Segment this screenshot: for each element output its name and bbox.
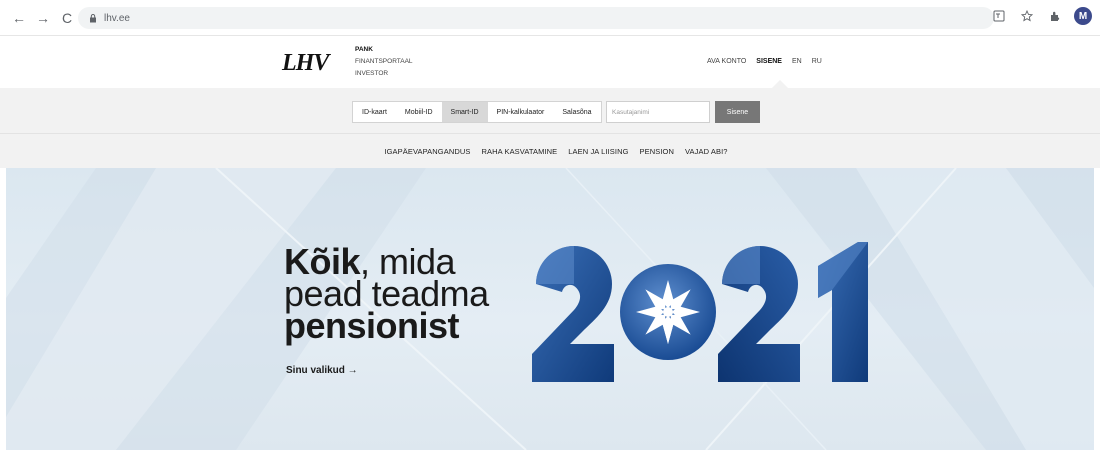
login-caret (772, 80, 788, 88)
digit-2-first (532, 246, 614, 382)
login-link[interactable]: SISENE (756, 58, 782, 65)
hero-headline: Kõik, mida pead teadma pensionist (284, 244, 489, 346)
hero-line-3: pensionist (284, 305, 460, 346)
nav-item-laen-ja-liising[interactable]: LAEN JA LIISING (568, 147, 628, 156)
back-button[interactable]: ← (8, 7, 30, 29)
language-ru-link[interactable]: RU (812, 58, 822, 65)
snowflake-circle (620, 264, 716, 360)
hero-cta-link[interactable]: Sinu valikud → (286, 365, 358, 376)
open-account-link[interactable]: AVA KONTO (707, 58, 746, 65)
profile-avatar[interactable]: M (1074, 7, 1092, 25)
lhv-logo[interactable]: LHV (282, 50, 329, 77)
hero-banner: Kõik, mida pead teadma pensionist Sinu v… (6, 168, 1094, 450)
browser-toolbar: ← → C lhv.ee M (0, 0, 1100, 36)
snowflake-icon (636, 280, 700, 344)
tab-salasona[interactable]: Salasõna (553, 102, 600, 122)
year-2021-graphic (532, 242, 868, 382)
address-bar[interactable]: lhv.ee (78, 7, 994, 29)
bookmark-star-icon[interactable] (1018, 7, 1036, 25)
nav-item-raha-kasvatamine[interactable]: RAHA KASVATAMINE (481, 147, 557, 156)
login-method-tabs: ID-kaart Mobiil-ID Smart-ID PIN-kalkulaa… (352, 101, 602, 123)
username-input[interactable] (606, 101, 710, 123)
portal-link-finantsportaal[interactable]: FINANTSPORTAAL (355, 56, 413, 68)
lock-icon (90, 14, 96, 23)
extensions-icon[interactable] (1046, 7, 1064, 25)
reload-icon: C (61, 9, 73, 26)
tab-id-kaart[interactable]: ID-kaart (353, 102, 396, 122)
site-header: LHV PANK FINANTSPORTAAL INVESTOR AVA KON… (0, 36, 1100, 88)
tab-mobiil-id[interactable]: Mobiil-ID (396, 102, 442, 122)
url-text: lhv.ee (104, 12, 130, 24)
tab-pin-kalkulaator[interactable]: PIN-kalkulaator (488, 102, 554, 122)
portal-link-investor[interactable]: INVESTOR (355, 68, 413, 80)
forward-button[interactable]: → (32, 7, 54, 29)
main-nav: IGAPÄEVAPANGANDUS RAHA KASVATAMINE LAEN … (0, 134, 1100, 168)
portal-link-pank[interactable]: PANK (355, 44, 413, 56)
nav-item-vajad-abi[interactable]: VAJAD ABI? (685, 147, 728, 156)
digit-1 (818, 242, 868, 382)
tab-smart-id[interactable]: Smart-ID (441, 102, 488, 122)
portal-menu: PANK FINANTSPORTAAL INVESTOR (355, 44, 413, 80)
language-en-link[interactable]: EN (792, 58, 802, 65)
digit-2-second (718, 246, 800, 382)
nav-item-igapaevapangandus[interactable]: IGAPÄEVAPANGANDUS (384, 147, 470, 156)
translate-icon[interactable] (990, 7, 1008, 25)
top-links: AVA KONTO SISENE EN RU (707, 58, 822, 65)
back-icon: ← (12, 9, 26, 26)
login-submit-button[interactable]: Sisene (715, 101, 760, 123)
forward-icon: → (36, 9, 50, 26)
login-bar: ID-kaart Mobiil-ID Smart-ID PIN-kalkulaa… (0, 88, 1100, 134)
reload-button[interactable]: C (56, 7, 78, 29)
nav-item-pension[interactable]: PENSION (640, 147, 674, 156)
